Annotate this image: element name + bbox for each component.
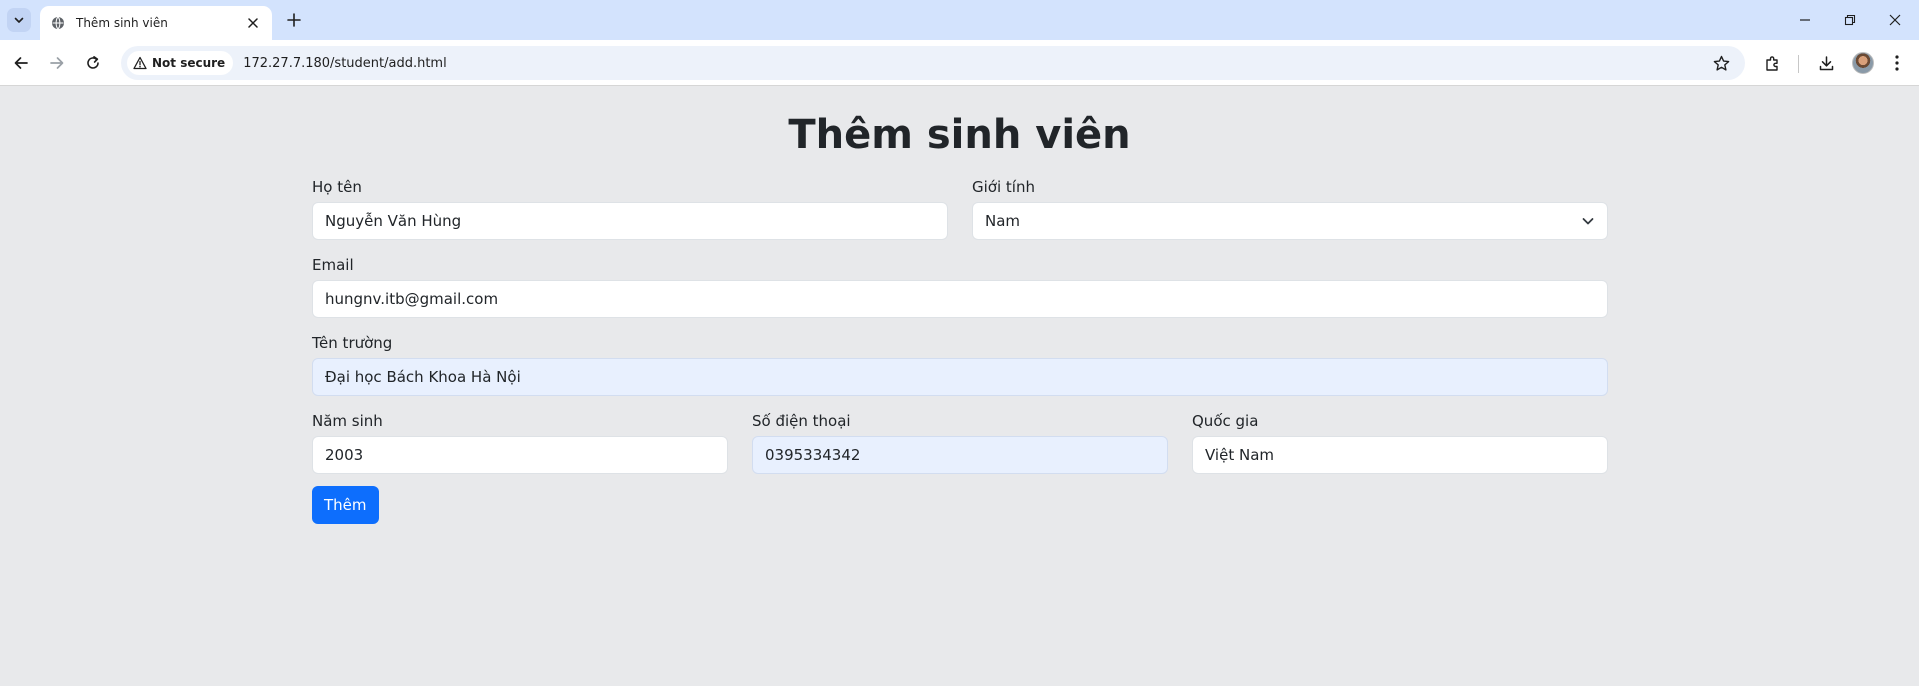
tab-strip: Thêm sinh viên bbox=[0, 0, 1919, 40]
so-dien-thoai-label: Số điện thoại bbox=[752, 412, 851, 430]
close-window-button[interactable] bbox=[1883, 8, 1907, 32]
menu-icon bbox=[1895, 55, 1899, 71]
security-label: Not secure bbox=[152, 56, 226, 70]
restore-icon bbox=[1844, 14, 1856, 26]
ho-ten-group: Họ tên Nguyễn Văn Hùng bbox=[312, 177, 948, 240]
tab-search-button[interactable] bbox=[7, 8, 31, 32]
extensions-button[interactable] bbox=[1760, 51, 1784, 75]
extensions-icon bbox=[1765, 55, 1778, 71]
gioi-tinh-label: Giới tính bbox=[972, 178, 1035, 196]
bookmark-button[interactable] bbox=[1709, 51, 1733, 75]
address-bar[interactable]: Not secure 172.27.7.180/student/add.html bbox=[121, 46, 1745, 80]
so-dien-thoai-input[interactable]: 0395334342 bbox=[752, 436, 1168, 474]
close-icon bbox=[248, 18, 258, 28]
email-input[interactable]: hungnv.itb@gmail.com bbox=[312, 280, 1608, 318]
browser-toolbar: Not secure 172.27.7.180/student/add.html bbox=[0, 40, 1919, 86]
email-group: Email hungnv.itb@gmail.com bbox=[312, 255, 1608, 318]
gioi-tinh-selected-value: Nam bbox=[985, 212, 1021, 230]
close-tab-button[interactable] bbox=[244, 14, 262, 32]
reload-icon bbox=[87, 56, 99, 69]
ten-truong-input[interactable]: Đại học Bách Khoa Hà Nội bbox=[312, 358, 1608, 396]
site-info-chip[interactable]: Not secure bbox=[127, 51, 234, 75]
plus-icon bbox=[287, 13, 301, 27]
gioi-tinh-select[interactable]: Nam bbox=[972, 202, 1608, 240]
active-tab[interactable]: Thêm sinh viên bbox=[40, 6, 272, 40]
minimize-button[interactable] bbox=[1793, 8, 1817, 32]
page-content: Thêm sinh viên Họ tên Nguyễn Văn Hùng Gi… bbox=[0, 87, 1919, 686]
back-button[interactable] bbox=[9, 51, 33, 75]
quoc-gia-group: Quốc gia Việt Nam bbox=[1192, 411, 1608, 474]
reload-button[interactable] bbox=[81, 51, 105, 75]
chevron-down-icon bbox=[14, 17, 24, 23]
ho-ten-input[interactable]: Nguyễn Văn Hùng bbox=[312, 202, 948, 240]
ten-truong-group: Tên trường Đại học Bách Khoa Hà Nội bbox=[312, 333, 1608, 396]
globe-icon bbox=[50, 15, 66, 31]
profile-avatar[interactable] bbox=[1852, 52, 1874, 74]
ten-truong-label: Tên trường bbox=[312, 334, 393, 352]
gioi-tinh-group: Giới tính Nam bbox=[972, 177, 1608, 240]
restore-button[interactable] bbox=[1838, 8, 1862, 32]
submit-button[interactable]: Thêm bbox=[312, 486, 379, 524]
url-text[interactable]: 172.27.7.180/student/add.html bbox=[243, 56, 447, 71]
ho-ten-label: Họ tên bbox=[312, 178, 362, 196]
download-icon bbox=[1819, 55, 1833, 70]
tab-title: Thêm sinh viên bbox=[76, 16, 168, 30]
nam-sinh-label: Năm sinh bbox=[312, 412, 383, 430]
quoc-gia-label: Quốc gia bbox=[1192, 412, 1259, 430]
quoc-gia-input[interactable]: Việt Nam bbox=[1192, 436, 1608, 474]
forward-arrow-icon bbox=[50, 57, 64, 69]
minimize-icon bbox=[1800, 19, 1810, 21]
downloads-button[interactable] bbox=[1814, 51, 1838, 75]
chevron-down-icon bbox=[1582, 218, 1594, 225]
email-label: Email bbox=[312, 256, 354, 274]
page-title: Thêm sinh viên bbox=[788, 112, 1131, 158]
nam-sinh-input[interactable]: 2003 bbox=[312, 436, 728, 474]
back-arrow-icon bbox=[14, 57, 28, 69]
new-tab-button[interactable] bbox=[282, 8, 306, 32]
warning-icon bbox=[133, 56, 147, 70]
toolbar-divider bbox=[1798, 55, 1799, 73]
close-icon bbox=[1889, 14, 1901, 26]
browser-menu-button[interactable] bbox=[1885, 51, 1909, 75]
star-icon bbox=[1713, 55, 1729, 71]
nam-sinh-group: Năm sinh 2003 bbox=[312, 411, 728, 474]
forward-button[interactable] bbox=[45, 51, 69, 75]
so-dien-thoai-group: Số điện thoại 0395334342 bbox=[752, 411, 1168, 474]
